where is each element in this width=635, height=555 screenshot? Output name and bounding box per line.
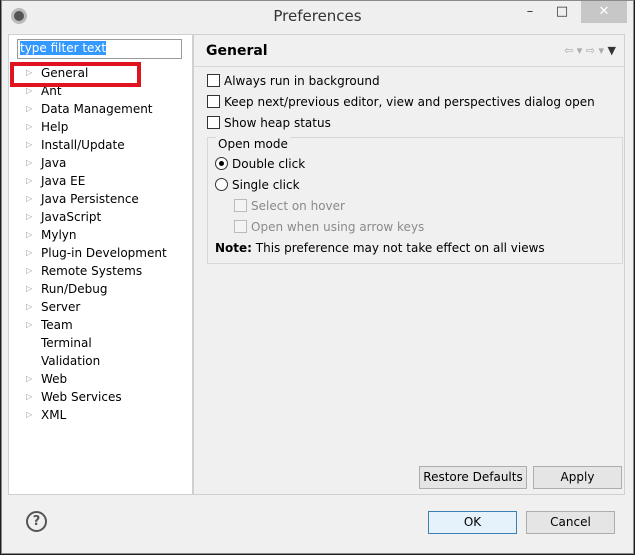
tree-item-label: Plug-in Development [41, 246, 167, 260]
expand-arrow-icon[interactable]: ▷ [26, 244, 32, 262]
tree-item[interactable]: ▷ Run/Debug [9, 280, 192, 298]
expand-arrow-icon[interactable]: ▷ [26, 118, 32, 136]
keep-dialog-open-checkbox[interactable]: Keep next/previous editor, view and pers… [207, 94, 595, 110]
close-button[interactable]: ✕ [581, 1, 627, 23]
page-title: General [206, 43, 268, 59]
expand-arrow-icon[interactable]: ▷ [26, 190, 32, 208]
apply-button[interactable]: Apply [533, 466, 622, 489]
filter-text: type filter text [20, 41, 107, 55]
tree-item-label: Help [41, 120, 69, 134]
divider [194, 66, 624, 67]
tree-item-label: JavaScript [41, 210, 102, 224]
expand-arrow-icon[interactable]: ▷ [26, 208, 32, 226]
tree-item-label: Java EE [41, 174, 86, 188]
expand-arrow-icon[interactable]: ▷ [26, 172, 32, 190]
expand-arrow-icon[interactable]: ▷ [26, 298, 32, 316]
nav-arrows[interactable]: ⇦ ▾ ⇨ ▾ ▼ [564, 44, 616, 57]
tree-item[interactable]: ▷ XML [9, 406, 192, 424]
tree-item[interactable]: ▷ Install/Update [9, 136, 192, 154]
note-text: Note: This preference may not take effec… [215, 241, 545, 255]
double-click-radio[interactable]: Double click [215, 156, 305, 172]
tree-item[interactable]: Validation [9, 352, 192, 370]
group-title: Open mode [216, 137, 290, 151]
tree-item[interactable]: ▷ Data Management [9, 100, 192, 118]
tree-item[interactable]: ▷ Remote Systems [9, 262, 192, 280]
tree-item-label: Mylyn [41, 228, 77, 242]
expand-arrow-icon[interactable]: ▷ [26, 136, 32, 154]
minimize-button[interactable]: – [517, 1, 543, 23]
tree-item[interactable]: ▷ Server [9, 298, 192, 316]
tree-item[interactable]: ▷ Java [9, 154, 192, 172]
expand-arrow-icon[interactable]: ▷ [26, 388, 32, 406]
always-run-background-checkbox[interactable]: Always run in background [207, 73, 380, 89]
tree-item[interactable]: ▷ Team [9, 316, 192, 334]
expand-arrow-icon[interactable]: ▷ [26, 280, 32, 298]
tree-item[interactable]: ▷ Plug-in Development [9, 244, 192, 262]
show-heap-status-checkbox[interactable]: Show heap status [207, 115, 331, 131]
tree-item-label: Java [41, 156, 67, 170]
tree-item-label: Web Services [41, 390, 122, 404]
tree-item-label: Java Persistence [41, 192, 139, 206]
tree-item-label: Web [41, 372, 68, 386]
filter-input[interactable]: type filter text [17, 39, 182, 59]
tree-item-label: Data Management [41, 102, 153, 116]
expand-arrow-icon[interactable]: ▷ [26, 226, 32, 244]
expand-arrow-icon[interactable]: ▷ [26, 100, 32, 118]
single-click-radio[interactable]: Single click [215, 177, 300, 193]
highlight-box [10, 62, 141, 87]
tree-item-label: Remote Systems [41, 264, 143, 278]
ok-button[interactable]: OK [428, 511, 517, 534]
arrow-keys-checkbox[interactable]: Open when using arrow keys [234, 219, 424, 235]
maximize-button[interactable]: □ [549, 1, 575, 23]
tree-item[interactable]: ▷ Java EE [9, 172, 192, 190]
preferences-window: Preferences – □ ✕ type filter text ▷ Gene… [1, 0, 634, 554]
general-page: General ⇦ ▾ ⇨ ▾ ▼ Always run in backgrou… [193, 34, 625, 495]
tree-item-label: Install/Update [41, 138, 125, 152]
tree-item-label: Terminal [41, 336, 92, 350]
tree-item[interactable]: ▷ JavaScript [9, 208, 192, 226]
tree-item-label: Validation [41, 354, 101, 368]
expand-arrow-icon[interactable]: ▷ [26, 406, 32, 424]
preference-tree: ▷ General ▷ Ant ▷ Data Management ▷ Help ▷ Instal… [9, 64, 192, 424]
tree-item[interactable]: Terminal [9, 334, 192, 352]
cancel-button[interactable]: Cancel [526, 511, 615, 534]
tree-item-label: XML [41, 408, 67, 422]
preference-tree-panel: type filter text ▷ General ▷ Ant ▷ Data Manag… [8, 34, 193, 495]
select-on-hover-checkbox[interactable]: Select on hover [234, 198, 345, 214]
tree-item-label: Run/Debug [41, 282, 108, 296]
help-icon[interactable]: ? [26, 511, 47, 532]
expand-arrow-icon[interactable]: ▷ [26, 316, 32, 334]
expand-arrow-icon[interactable]: ▷ [26, 154, 32, 172]
tree-item[interactable]: ▷ Java Persistence [9, 190, 192, 208]
open-mode-group: Open mode Double click Single click Sele… [207, 137, 623, 264]
expand-arrow-icon[interactable]: ▷ [26, 262, 32, 280]
title-bar: Preferences – □ ✕ [2, 1, 633, 33]
tree-item[interactable]: ▷ Web Services [9, 388, 192, 406]
tree-item[interactable]: ▷ Mylyn [9, 226, 192, 244]
restore-defaults-button[interactable]: Restore Defaults [419, 466, 527, 489]
expand-arrow-icon[interactable]: ▷ [26, 370, 32, 388]
tree-item-label: Server [41, 300, 81, 314]
tree-item[interactable]: ▷ Help [9, 118, 192, 136]
tree-item[interactable]: ▷ Web [9, 370, 192, 388]
tree-item-label: Team [41, 318, 73, 332]
